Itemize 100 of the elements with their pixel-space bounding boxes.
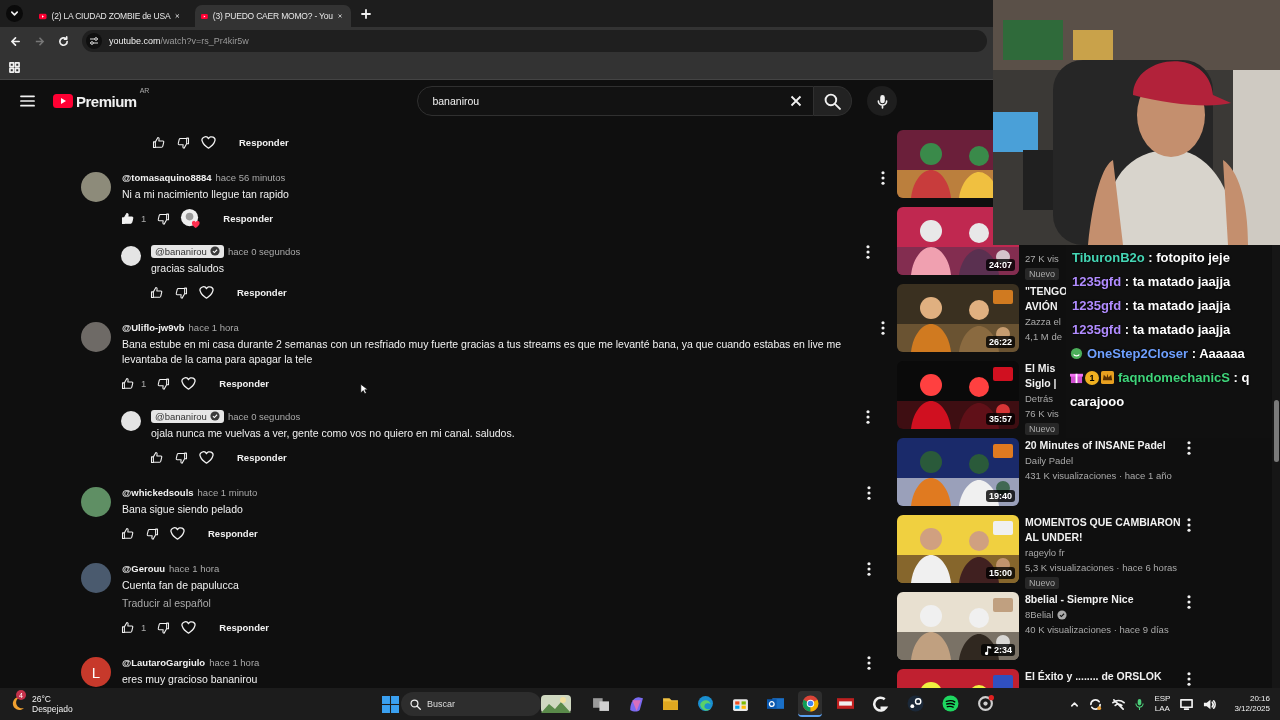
video-title[interactable]: AVIÓN — [1025, 299, 1058, 314]
apps-icon[interactable] — [9, 61, 20, 73]
mic-icon[interactable] — [1135, 697, 1145, 711]
channel-name[interactable]: Detrás — [1025, 391, 1053, 406]
dislike-icon[interactable] — [174, 449, 189, 465]
like-icon[interactable] — [151, 134, 166, 150]
language-indicator[interactable]: ESP LAA — [1154, 694, 1171, 714]
sync-icon[interactable] — [1089, 697, 1103, 711]
reply-button[interactable]: Responder — [204, 523, 262, 543]
reload-icon[interactable] — [58, 35, 69, 47]
taskbar-search-field[interactable]: Buscar — [401, 692, 541, 716]
browser-tab[interactable]: (3) PUEDO CAER MOMO? - You — [195, 5, 351, 27]
back-icon[interactable] — [10, 35, 21, 47]
like-icon[interactable] — [120, 375, 135, 391]
forward-icon[interactable] — [34, 35, 45, 47]
like-icon[interactable] — [120, 210, 135, 226]
comment-time[interactable]: hace 1 hora — [209, 656, 260, 668]
taskbar-app[interactable] — [798, 691, 822, 717]
reply-button[interactable]: Responder — [233, 282, 291, 302]
voice-search-button[interactable] — [867, 86, 898, 116]
author-name[interactable]: @Uliflo-jw9vb — [122, 321, 185, 333]
address-bar[interactable]: youtube.com/watch?v=rs_Pr4kir5w — [82, 30, 987, 52]
like-icon[interactable] — [149, 449, 164, 465]
more-actions-icon[interactable] — [1187, 441, 1191, 455]
channel-name[interactable]: 8Belial — [1025, 607, 1067, 622]
translate-link[interactable]: Traducir al español — [122, 596, 856, 611]
coin-badge: 1 — [1085, 371, 1099, 385]
video-title[interactable]: AL UNDER! — [1025, 530, 1083, 545]
heart-icon[interactable] — [180, 618, 198, 636]
heart-icon[interactable] — [200, 133, 217, 151]
close-icon[interactable] — [337, 12, 342, 20]
more-actions-icon[interactable] — [867, 486, 871, 500]
tab-list-button[interactable] — [6, 5, 23, 22]
video-title[interactable]: 20 Minutes of INSANE Padel — [1025, 438, 1166, 453]
heart-icon[interactable] — [169, 524, 186, 542]
dislike-icon[interactable] — [156, 210, 172, 226]
reply-button[interactable]: Responder — [215, 373, 273, 393]
like-icon[interactable] — [120, 619, 135, 635]
logo-text[interactable]: Premium — [76, 92, 137, 110]
video-favicon-icon — [39, 11, 47, 21]
comment-time[interactable]: hace 56 minutos — [215, 171, 286, 183]
channel-name[interactable]: Daily Padel — [1025, 453, 1074, 468]
search-button[interactable] — [814, 86, 853, 116]
dislike-icon[interactable] — [156, 619, 172, 635]
display-icon[interactable] — [1180, 697, 1194, 711]
more-actions-icon[interactable] — [866, 410, 870, 424]
dislike-icon[interactable] — [176, 134, 191, 150]
comment-time[interactable]: hace 1 minuto — [197, 486, 258, 498]
author-name[interactable]: @whickedsouls — [122, 486, 194, 498]
reply-button[interactable]: Responder — [219, 208, 277, 228]
more-actions-icon[interactable] — [866, 245, 870, 259]
sticker-icon — [1070, 347, 1083, 360]
logo-icon[interactable] — [53, 94, 73, 108]
speaker-icon[interactable] — [1203, 697, 1217, 711]
author-name[interactable]: @LautaroGargiulo — [122, 656, 206, 668]
comment-time[interactable]: hace 0 segundos — [227, 410, 301, 422]
video-title[interactable]: El Mis — [1025, 361, 1056, 376]
more-actions-icon[interactable] — [1187, 672, 1191, 686]
more-actions-icon[interactable] — [881, 321, 885, 335]
reply-button[interactable]: Responder — [235, 132, 293, 152]
author-name[interactable]: @Gerouu — [122, 562, 166, 574]
more-actions-icon[interactable] — [867, 562, 871, 576]
comment-time[interactable]: hace 1 hora — [169, 562, 220, 574]
heart-icon[interactable] — [180, 374, 198, 392]
more-actions-icon[interactable] — [881, 171, 885, 185]
new-tab-icon[interactable] — [361, 8, 371, 19]
author-name[interactable]: @bananirou — [151, 409, 224, 423]
heart-icon[interactable] — [198, 448, 215, 466]
channel-name[interactable]: Zazza el — [1025, 314, 1061, 329]
author-name[interactable]: @tomasaquino8884 — [122, 171, 212, 183]
more-actions-icon[interactable] — [867, 656, 871, 670]
menu-icon[interactable] — [20, 95, 35, 107]
browser-tab[interactable]: (2) LA CIUDAD ZOMBIE de USA — [33, 5, 189, 27]
more-actions-icon[interactable] — [1187, 518, 1191, 532]
reply-button[interactable]: Responder — [233, 447, 291, 467]
clock[interactable]: 20:16 3/12/2025 — [1234, 694, 1270, 714]
site-settings-icon[interactable] — [86, 33, 102, 49]
reply-button[interactable]: Responder — [215, 617, 273, 637]
like-icon[interactable] — [120, 525, 135, 541]
video-title[interactable]: 8belial - Siempre Nice — [1025, 592, 1134, 607]
comment-time[interactable]: hace 1 hora — [188, 321, 239, 333]
close-icon[interactable] — [175, 12, 180, 20]
more-actions-icon[interactable] — [1187, 595, 1191, 609]
video-title[interactable]: Siglo | — [1025, 376, 1057, 391]
dislike-icon[interactable] — [156, 375, 172, 391]
video-title[interactable]: MOMENTOS QUE CAMBIARON — [1025, 515, 1181, 530]
comment-time[interactable]: hace 0 segundos — [227, 245, 301, 257]
dislike-icon[interactable] — [145, 525, 160, 541]
network-off-icon[interactable] — [1112, 697, 1126, 711]
chevron-up-icon[interactable] — [1070, 699, 1080, 709]
search-field[interactable]: bananirou — [417, 86, 815, 116]
video-title[interactable]: El Éxito y ........ de ORSLOK — [1025, 669, 1162, 684]
like-icon[interactable] — [149, 284, 164, 300]
scrollbar[interactable] — [1272, 245, 1280, 688]
heart-icon[interactable] — [198, 283, 215, 301]
video-title[interactable]: "TENGO — [1025, 284, 1068, 299]
channel-name[interactable]: rageylo fr — [1025, 545, 1065, 560]
author-name[interactable]: @bananirou — [151, 244, 224, 258]
start-button[interactable] — [382, 695, 399, 713]
dislike-icon[interactable] — [174, 284, 189, 300]
